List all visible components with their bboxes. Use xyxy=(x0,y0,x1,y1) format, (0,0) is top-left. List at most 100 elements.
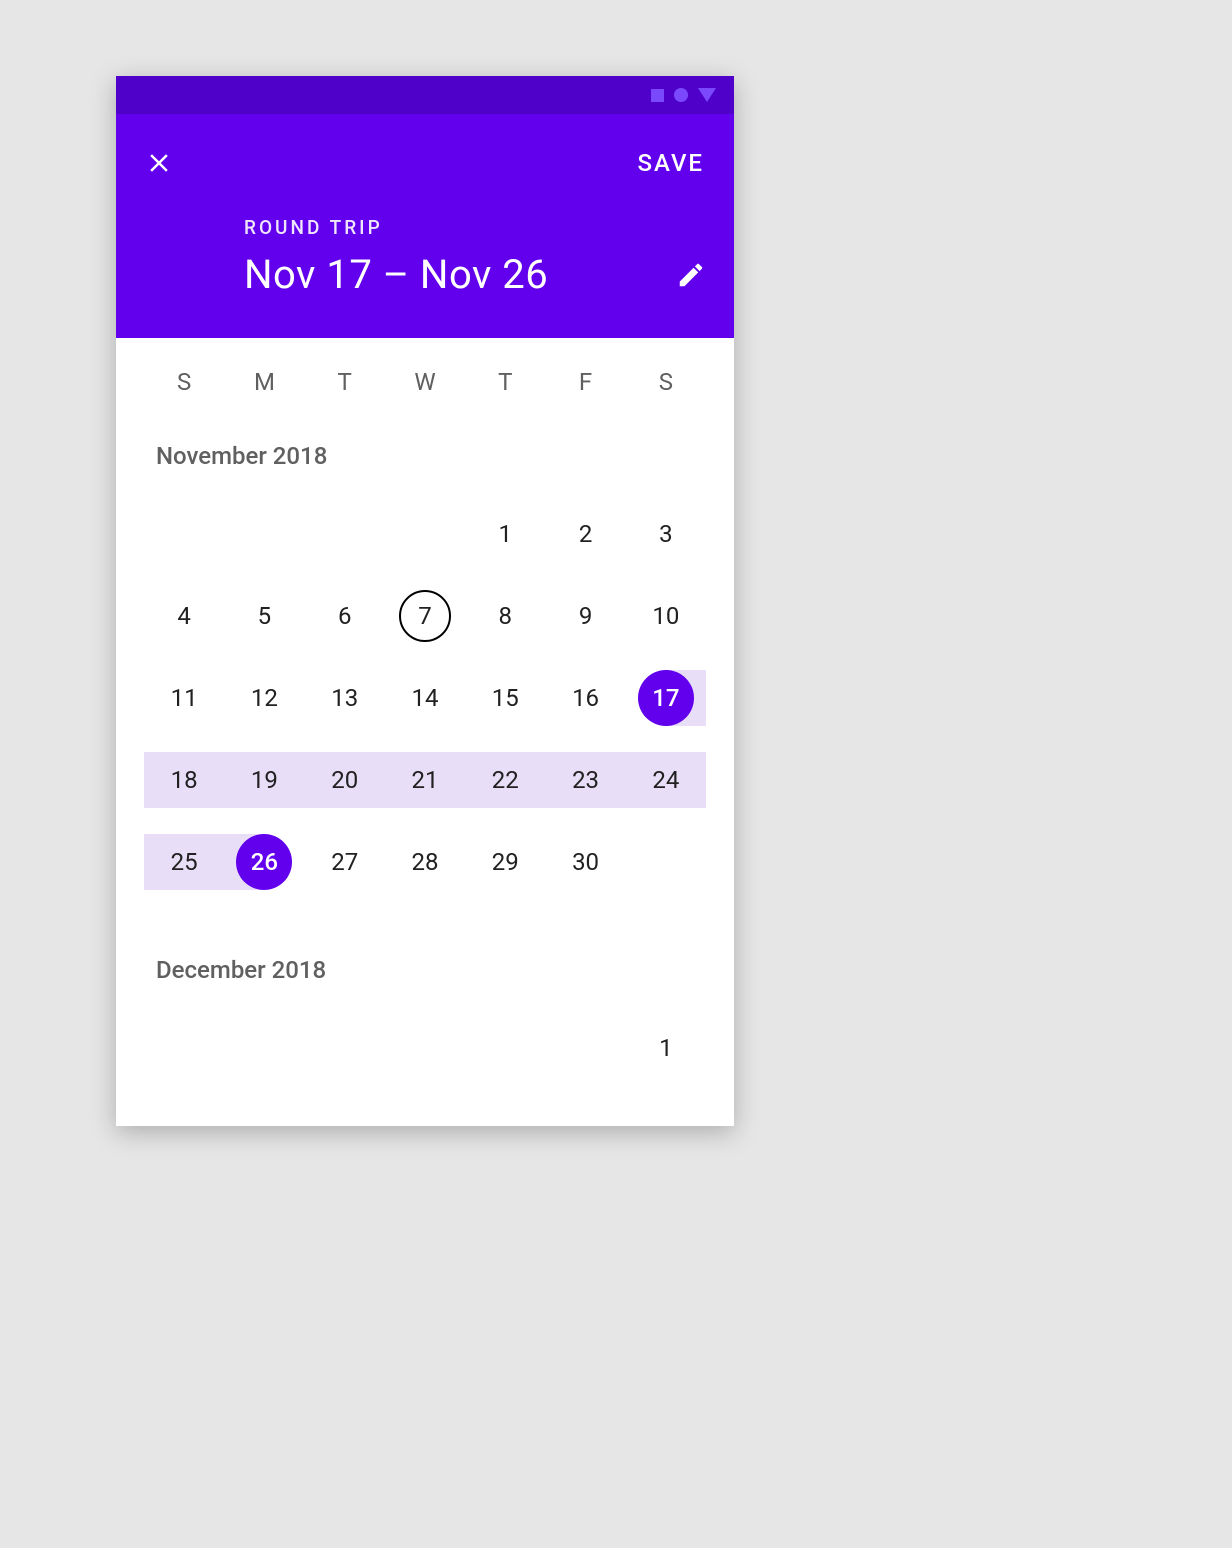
day-cell[interactable]: 28 xyxy=(385,834,465,890)
status-triangle-icon xyxy=(698,88,716,102)
status-bar xyxy=(116,76,734,114)
selected-range-text: Nov 17 – Nov 26 xyxy=(244,251,548,298)
day-number: 13 xyxy=(331,684,358,712)
day-cell[interactable]: 11 xyxy=(144,670,224,726)
dow-sat: S xyxy=(626,362,706,402)
day-number: 28 xyxy=(412,848,439,876)
status-circle-icon xyxy=(674,88,688,102)
day-number: 11 xyxy=(171,684,198,712)
day-cell[interactable]: 30 xyxy=(545,834,625,890)
close-icon xyxy=(144,148,174,178)
day-cell[interactable]: 21 xyxy=(385,752,465,808)
day-cell[interactable]: 1 xyxy=(465,506,545,562)
day-empty xyxy=(305,506,385,562)
save-button[interactable]: SAVE xyxy=(637,149,706,177)
day-number: 4 xyxy=(177,602,191,630)
month-label: December 2018 xyxy=(144,916,706,1020)
day-cell[interactable]: 20 xyxy=(305,752,385,808)
calendar-body[interactable]: November 2018123456789101112131415161718… xyxy=(116,430,734,1126)
week-row: 25 26 27 28 29 30 xyxy=(144,834,706,890)
status-square-icon xyxy=(651,89,664,102)
day-cell[interactable]: 1 xyxy=(626,1020,706,1076)
week-row: 11 12 13 14 15 16 17 xyxy=(144,670,706,726)
day-cell[interactable]: 5 xyxy=(224,588,304,644)
day-empty xyxy=(626,834,706,890)
day-number: 14 xyxy=(412,684,439,712)
day-number: 1 xyxy=(499,520,513,548)
day-empty xyxy=(385,506,465,562)
day-number: 21 xyxy=(412,766,439,794)
day-number: 30 xyxy=(572,848,599,876)
day-number: 18 xyxy=(171,766,198,794)
day-cell[interactable]: 18 xyxy=(144,752,224,808)
day-cell[interactable]: 23 xyxy=(545,752,625,808)
day-cell[interactable]: 24 xyxy=(626,752,706,808)
edit-button[interactable] xyxy=(676,260,706,290)
day-cell[interactable]: 27 xyxy=(305,834,385,890)
day-cell[interactable]: 6 xyxy=(305,588,385,644)
day-empty xyxy=(385,1020,465,1076)
day-cell[interactable]: 17 xyxy=(626,670,706,726)
day-number: 25 xyxy=(171,848,198,876)
day-cell[interactable]: 3 xyxy=(626,506,706,562)
day-number: 29 xyxy=(492,848,519,876)
week-row: 4 5 6 7 8 9 10 xyxy=(144,588,706,644)
day-number: 17 xyxy=(652,684,679,712)
dow-sun: S xyxy=(144,362,224,402)
day-cell[interactable]: 22 xyxy=(465,752,545,808)
day-number: 9 xyxy=(579,602,593,630)
day-cell[interactable]: 8 xyxy=(465,588,545,644)
day-cell[interactable]: 15 xyxy=(465,670,545,726)
day-number: 23 xyxy=(572,766,599,794)
day-number: 7 xyxy=(418,602,432,630)
day-cell[interactable]: 29 xyxy=(465,834,545,890)
day-number: 12 xyxy=(251,684,278,712)
day-number: 5 xyxy=(258,602,272,630)
month-block: December 2018 1 xyxy=(144,916,706,1076)
day-cell[interactable]: 13 xyxy=(305,670,385,726)
day-of-week-header: S M T W T F S xyxy=(116,338,734,430)
day-empty xyxy=(144,1020,224,1076)
week-row: 1 2 3 xyxy=(144,506,706,562)
day-number: 6 xyxy=(338,602,352,630)
day-number: 10 xyxy=(652,602,679,630)
day-empty xyxy=(224,1020,304,1076)
day-number: 27 xyxy=(331,848,358,876)
day-cell[interactable]: 7 xyxy=(385,588,465,644)
day-empty xyxy=(305,1020,385,1076)
day-cell[interactable]: 4 xyxy=(144,588,224,644)
day-cell[interactable]: 2 xyxy=(545,506,625,562)
trip-type-label: ROUND TRIP xyxy=(244,216,706,239)
day-number: 15 xyxy=(492,684,519,712)
dow-fri: F xyxy=(545,362,625,402)
week-row: 1 xyxy=(144,1020,706,1076)
week-row: 18 19 20 21 22 23 24 xyxy=(144,752,706,808)
day-cell[interactable]: 14 xyxy=(385,670,465,726)
day-cell[interactable]: 16 xyxy=(545,670,625,726)
day-number: 2 xyxy=(579,520,593,548)
month-block: November 2018123456789101112131415161718… xyxy=(144,430,706,890)
close-button[interactable] xyxy=(144,148,174,178)
day-number: 3 xyxy=(659,520,673,548)
dow-wed: W xyxy=(385,362,465,402)
day-number: 24 xyxy=(652,766,679,794)
day-number: 22 xyxy=(492,766,519,794)
dow-thu: T xyxy=(465,362,545,402)
dow-tue: T xyxy=(305,362,385,402)
day-number: 26 xyxy=(251,848,278,876)
date-picker-panel: SAVE ROUND TRIP Nov 17 – Nov 26 S M T W … xyxy=(116,76,734,1126)
day-cell[interactable]: 19 xyxy=(224,752,304,808)
day-cell[interactable]: 26 xyxy=(224,834,304,890)
day-cell[interactable]: 10 xyxy=(626,588,706,644)
day-number: 20 xyxy=(331,766,358,794)
day-number: 1 xyxy=(659,1034,673,1062)
day-cell[interactable]: 12 xyxy=(224,670,304,726)
day-cell[interactable]: 25 xyxy=(144,834,224,890)
day-cell[interactable]: 9 xyxy=(545,588,625,644)
month-label: November 2018 xyxy=(144,430,706,506)
day-empty xyxy=(224,506,304,562)
day-empty xyxy=(545,1020,625,1076)
picker-header: SAVE ROUND TRIP Nov 17 – Nov 26 xyxy=(116,114,734,338)
dow-mon: M xyxy=(224,362,304,402)
day-number: 8 xyxy=(499,602,513,630)
